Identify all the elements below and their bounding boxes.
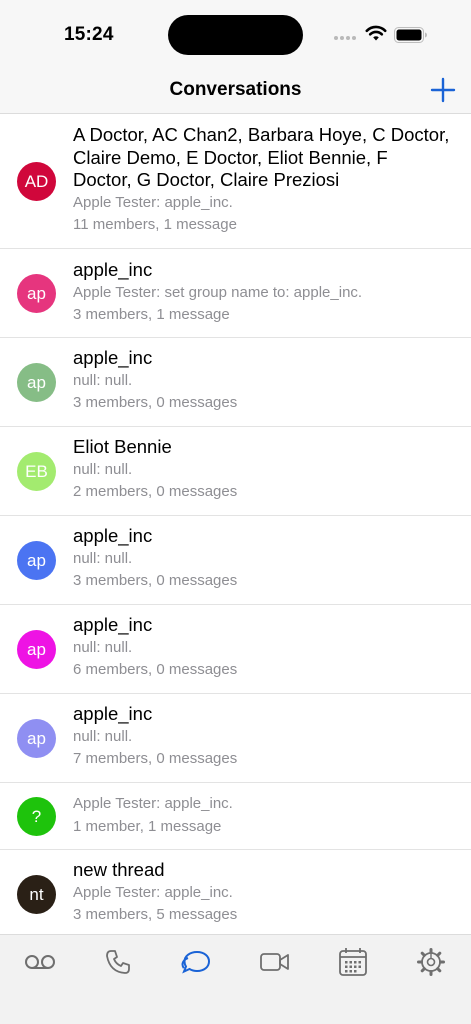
conversation-text: apple_inc null: null. 3 members, 0 message… (73, 347, 451, 415)
voicemail-icon (25, 955, 55, 969)
calendar-icon (339, 948, 367, 976)
conversation-text: apple_inc Apple Tester: set group name to… (73, 259, 451, 327)
tab-calendar[interactable] (333, 945, 373, 979)
conversation-row[interactable]: ap apple_inc null: null. 3 members, 0 messa… (0, 516, 471, 605)
conversation-preview: Apple Tester: apple_inc. (73, 795, 233, 812)
avatar: ? (17, 797, 56, 836)
conversation-meta: 3 members, 1 message (73, 306, 230, 323)
conversation-text: apple_inc null: null. 6 members, 0 message… (73, 614, 451, 682)
conversation-row[interactable]: nt new thread Apple Tester: apple_inc. 3 me… (0, 850, 471, 934)
conversation-title: A Doctor, AC Chan2, Barbara Hoye, C Doct… (73, 124, 450, 190)
conversation-title: new thread (73, 859, 165, 880)
cellular-signal-icon (334, 36, 356, 40)
conversation-list: AD A Doctor, AC Chan2, Barbara Hoye, C Do… (0, 115, 471, 934)
avatar: EB (17, 452, 56, 491)
conversation-row[interactable]: EB Eliot Bennie null: null. 2 members, 0 me… (0, 427, 471, 516)
avatar: ap (17, 363, 56, 402)
conversation-meta: 2 members, 0 messages (73, 483, 238, 500)
avatar: nt (17, 875, 56, 914)
conversation-row[interactable]: ap apple_inc null: null. 6 members, 0 messa… (0, 605, 471, 694)
settings-gear-icon (417, 948, 445, 976)
chat-bubbles-icon (181, 950, 211, 974)
conversation-title: apple_inc (73, 347, 153, 368)
avatar: ap (17, 719, 56, 758)
tab-video[interactable] (255, 945, 295, 979)
conversation-preview: Apple Tester: apple_inc. (73, 883, 233, 901)
conversation-meta: 6 members, 0 messages (73, 661, 238, 678)
page-title: Conversations (169, 79, 302, 100)
conversation-row[interactable]: ? Apple Tester: apple_inc. 1 member, 1 mes… (0, 783, 471, 850)
conversation-title: apple_inc (73, 525, 153, 546)
status-time: 15:24 (64, 24, 114, 45)
conversation-meta: 3 members, 0 messages (73, 572, 238, 589)
battery-icon (394, 27, 427, 43)
conversation-preview: Apple Tester: set group name to: apple_i… (73, 283, 363, 301)
conversation-preview: null: null. (73, 727, 133, 745)
conversation-text: apple_inc null: null. 7 members, 0 message… (73, 703, 451, 771)
conversation-text: new thread Apple Tester: apple_inc. 3 memb… (73, 859, 451, 927)
conversation-meta: 3 members, 5 messages (73, 906, 238, 923)
avatar: AD (17, 162, 56, 201)
conversation-meta: 3 members, 0 messages (73, 394, 238, 411)
tab-settings[interactable] (411, 945, 451, 979)
avatar: ap (17, 274, 56, 313)
add-conversation-button[interactable] (429, 76, 457, 104)
tab-conversations[interactable] (176, 945, 216, 979)
phone-icon (106, 950, 130, 974)
conversation-meta: 7 members, 0 messages (73, 750, 238, 767)
conversation-row[interactable]: ap apple_inc Apple Tester: set group name … (0, 249, 471, 338)
avatar: ap (17, 630, 56, 669)
conversation-row[interactable]: ap apple_inc null: null. 3 members, 0 messa… (0, 338, 471, 427)
video-icon (260, 953, 289, 971)
conversation-row[interactable]: ap apple_inc null: null. 7 members, 0 messa… (0, 694, 471, 783)
conversation-preview: null: null. (73, 460, 133, 478)
conversation-text: A Doctor, AC Chan2, Barbara Hoye, C Doct… (73, 124, 451, 237)
navigation-bar: Conversations (0, 68, 471, 114)
dynamic-island (168, 15, 303, 55)
conversation-title: Eliot Bennie (73, 436, 172, 457)
conversation-preview: null: null. (73, 371, 133, 389)
conversation-preview: null: null. (73, 638, 133, 656)
conversation-text: Eliot Bennie null: null. 2 members, 0 mess… (73, 436, 451, 504)
conversation-text: Apple Tester: apple_inc. 1 member, 1 mess… (73, 793, 451, 838)
conversation-text: apple_inc null: null. 3 members, 0 message… (73, 525, 451, 593)
tab-bar (0, 934, 471, 1024)
status-bar: 15:24 (0, 0, 471, 68)
conversation-title: apple_inc (73, 703, 153, 724)
conversation-preview: null: null. (73, 549, 133, 567)
conversation-title: apple_inc (73, 259, 153, 280)
conversation-meta: 1 member, 1 message (73, 817, 222, 835)
conversation-row[interactable]: AD A Doctor, AC Chan2, Barbara Hoye, C Do… (0, 115, 471, 249)
tab-phone[interactable] (98, 945, 138, 979)
wifi-icon (365, 25, 387, 41)
avatar: ap (17, 541, 56, 580)
tab-voicemail[interactable] (20, 945, 60, 979)
conversation-title: apple_inc (73, 614, 153, 635)
conversation-preview: Apple Tester: apple_inc. (73, 193, 233, 211)
conversation-meta: 11 members, 1 message (73, 216, 237, 233)
